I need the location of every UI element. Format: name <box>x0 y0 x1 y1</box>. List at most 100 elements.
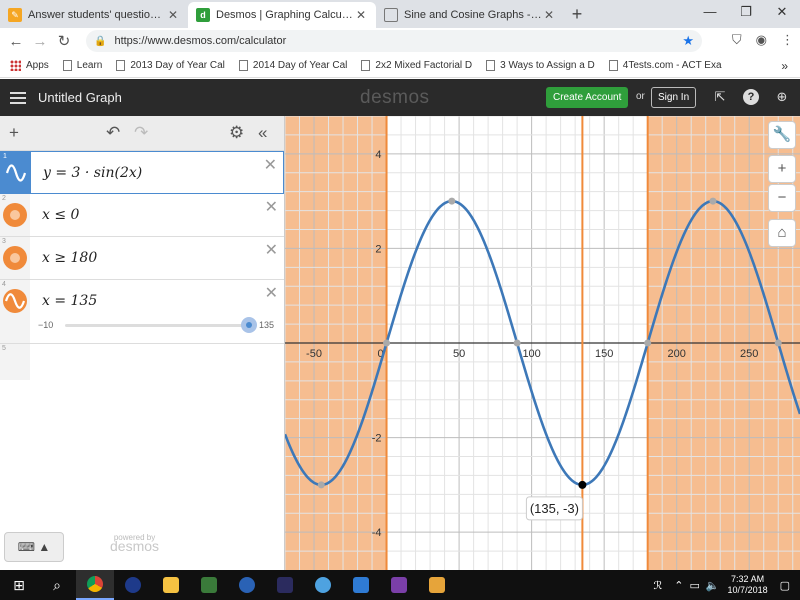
app-icon[interactable] <box>380 570 418 600</box>
sign-in-button[interactable]: Sign In <box>651 87 697 108</box>
app-icon[interactable] <box>228 570 266 600</box>
undo-icon[interactable]: ↶ <box>106 123 120 143</box>
close-window-icon[interactable]: ✕ <box>764 0 800 26</box>
forward-icon[interactable]: → <box>28 33 52 50</box>
bookmark-3ways[interactable]: 3 Ways to Assign a D <box>486 60 595 71</box>
bookmark-learn[interactable]: Learn <box>62 60 102 71</box>
share-icon[interactable]: ⇱ <box>712 89 728 105</box>
browser-tab-2[interactable]: d Desmos | Graphing Calculator ✕ <box>188 2 376 28</box>
close-tab-icon[interactable]: ✕ <box>542 8 556 22</box>
hamburger-menu-icon[interactable] <box>10 89 26 107</box>
taskbar-clock[interactable]: 7:32 AM 10/7/2018 <box>728 574 768 596</box>
row-tab[interactable]: 2 <box>0 194 30 236</box>
help-icon[interactable]: ? <box>743 89 759 105</box>
row-tab[interactable]: 3 <box>0 237 30 279</box>
graph-canvas[interactable]: -50 0 50 100 150 200 250-4-224(135, -3) <box>285 116 800 570</box>
more-bookmarks-icon[interactable]: » <box>781 59 788 73</box>
app-icon[interactable] <box>418 570 456 600</box>
redo-icon[interactable]: ↷ <box>134 123 148 143</box>
page-icon <box>62 60 72 71</box>
y-tick-label: -2 <box>372 433 382 445</box>
bookmark-2014[interactable]: 2014 Day of Year Cal <box>238 60 347 71</box>
inequality-shading-icon[interactable] <box>3 203 27 227</box>
bookmark-2013[interactable]: 2013 Day of Year Cal <box>116 60 225 71</box>
file-explorer-icon[interactable] <box>152 570 190 600</box>
expression-input[interactable]: y = 3 · sin(2x) <box>43 165 142 181</box>
expression-input[interactable]: x ≤ 0 <box>42 207 79 223</box>
magnifier-icon[interactable] <box>304 570 342 600</box>
chrome-icon[interactable] <box>76 570 114 600</box>
slider-handle[interactable] <box>241 317 257 333</box>
minimize-icon[interactable]: — <box>692 0 728 26</box>
zoom-out-button[interactable]: − <box>768 184 796 212</box>
show-hidden-icons[interactable]: ⌃ <box>674 579 683 592</box>
bookmark-2x2[interactable]: 2x2 Mixed Factorial D <box>361 60 472 71</box>
app-icon[interactable] <box>114 570 152 600</box>
notifications-icon[interactable]: ▢ <box>780 579 790 592</box>
new-tab-button[interactable]: + <box>564 2 590 28</box>
expression-input[interactable]: x ≥ 180 <box>42 250 97 266</box>
curve-point <box>383 339 391 347</box>
zoom-in-button[interactable]: + <box>768 155 796 183</box>
bookmark-star-icon[interactable]: ★ <box>682 33 694 49</box>
people-icon[interactable]: ℛ <box>653 579 662 592</box>
powered-by-desmos: powered by desmos <box>110 533 160 554</box>
app-icon[interactable] <box>190 570 228 600</box>
graph-settings-wrench-icon[interactable]: 🔧 <box>768 121 796 149</box>
browser-tab-3[interactable]: Sine and Cosine Graphs - MathBi ✕ <box>376 2 564 28</box>
expression-row-2[interactable]: 2 x ≤ 0 ✕ <box>0 194 284 237</box>
delete-expression-icon[interactable]: ✕ <box>264 155 277 175</box>
graph-title[interactable]: Untitled Graph <box>38 90 122 105</box>
bookmark-apps[interactable]: Apps <box>10 60 49 71</box>
default-zoom-home-icon[interactable]: ⌂ <box>768 219 796 247</box>
create-account-button[interactable]: Create Account <box>546 87 629 108</box>
search-icon[interactable]: ⌕ <box>38 570 76 600</box>
app-icon[interactable] <box>266 570 304 600</box>
slider-max[interactable]: 135 <box>259 320 274 330</box>
settings-gear-icon[interactable]: ⚙ <box>229 123 244 143</box>
graph-paper[interactable]: -50 0 50 100 150 200 250 -4 -2 2 4 (135, -3) <box>285 116 800 570</box>
expression-input[interactable]: x = 135 <box>42 293 97 309</box>
menu-dots-icon[interactable]: ⋮ <box>781 32 794 48</box>
url-input[interactable]: 🔒 https://www.desmos.com/calculator ★ <box>86 30 702 52</box>
point-label: (135, -3) <box>530 501 579 516</box>
row-tab: 5 <box>0 344 30 380</box>
row-tab[interactable]: 1 <box>1 152 31 193</box>
back-icon[interactable]: ← <box>4 33 28 50</box>
battery-icon[interactable]: ▭ <box>689 579 699 592</box>
profile-icon[interactable]: ◉ <box>756 32 767 48</box>
close-tab-icon[interactable]: ✕ <box>166 8 180 22</box>
delete-expression-icon[interactable]: ✕ <box>265 197 278 217</box>
expression-row-1[interactable]: 1 y = 3 · sin(2x) ✕ <box>0 151 284 194</box>
bookmark-4tests[interactable]: 4Tests.com - ACT Exa <box>608 60 722 71</box>
row-tab[interactable]: 4 <box>0 280 30 343</box>
page-icon <box>361 60 371 71</box>
keypad-toggle-button[interactable]: ⌨ ▲ <box>4 532 64 562</box>
delete-expression-icon[interactable]: ✕ <box>265 283 278 303</box>
expression-row-5[interactable]: 5 <box>0 344 284 380</box>
lock-icon: 🔒 <box>94 35 107 47</box>
collapse-panel-icon[interactable]: « <box>258 123 267 143</box>
close-tab-icon[interactable]: ✕ <box>354 8 368 22</box>
add-item-icon[interactable]: + <box>9 123 19 143</box>
y-tick-label: -4 <box>372 527 382 539</box>
expression-row-4[interactable]: 4 x = 135 ✕ −10 135 <box>0 280 284 344</box>
app-icon[interactable] <box>342 570 380 600</box>
volume-icon[interactable]: 🔈 <box>706 579 720 592</box>
extension-shield-icon[interactable]: ⛉ <box>732 32 742 48</box>
tab-title: Desmos | Graphing Calculator <box>216 9 354 21</box>
language-globe-icon[interactable]: ⊕ <box>774 89 790 105</box>
inequality-shading-icon[interactable] <box>3 246 27 270</box>
reload-icon[interactable]: ↻ <box>52 32 76 50</box>
slider-min[interactable]: −10 <box>38 320 53 330</box>
x-tick-label: 100 <box>522 348 540 360</box>
browser-tab-1[interactable]: ✎ Answer students' questions and b ✕ <box>0 2 188 28</box>
windows-start-icon[interactable]: ⊞ <box>0 570 38 600</box>
delete-expression-icon[interactable]: ✕ <box>265 240 278 260</box>
sine-wave-icon[interactable] <box>4 161 28 185</box>
expression-row-3[interactable]: 3 x ≥ 180 ✕ <box>0 237 284 280</box>
desmos-header: Untitled Graph desmos Create Account or … <box>0 79 800 116</box>
maximize-icon[interactable]: ❐ <box>728 0 764 26</box>
slider-track[interactable] <box>65 324 250 327</box>
sine-wave-icon[interactable] <box>3 289 27 313</box>
